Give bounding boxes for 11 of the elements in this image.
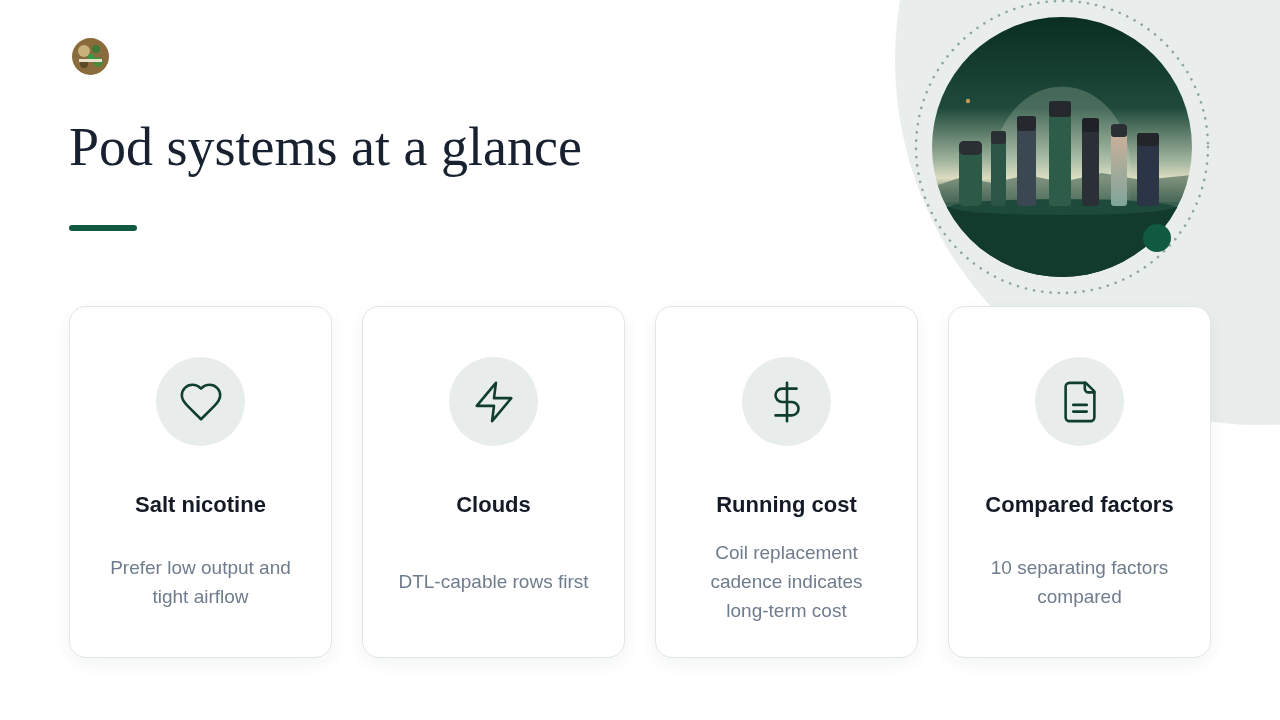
- card-title: Clouds: [456, 491, 531, 519]
- card-description: Prefer low output and tight airflow: [109, 555, 292, 609]
- card-description: 10 separating factors compared: [989, 555, 1170, 609]
- emblem-icon: [72, 38, 109, 75]
- card-title: Compared factors: [985, 491, 1174, 519]
- card-title: Running cost: [716, 491, 857, 519]
- card-description: Coil replacement cadence indicates long-term cost: [709, 541, 864, 623]
- dot-icon: [1143, 224, 1171, 252]
- page-heading: Pod systems at a glance: [69, 116, 582, 178]
- card-description: DTL-capable rows first: [398, 570, 589, 594]
- card-title: Salt nicotine: [135, 491, 266, 519]
